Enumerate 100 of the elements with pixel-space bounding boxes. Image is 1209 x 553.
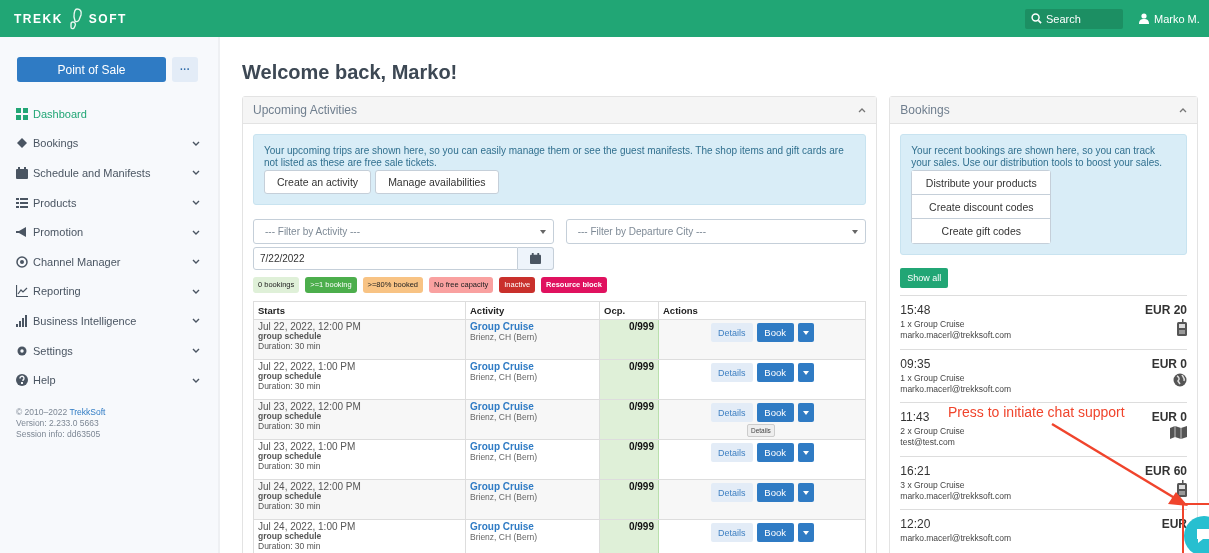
caret-icon: [802, 370, 809, 375]
dropdown-button[interactable]: [797, 403, 814, 422]
sidebar-item[interactable]: Settings: [16, 335, 206, 366]
sidebar-item[interactable]: Dashboard: [16, 99, 206, 129]
schedule-name: group schedule: [258, 412, 323, 421]
user-icon: [1139, 13, 1149, 24]
action-button[interactable]: Manage availabilities: [375, 170, 499, 194]
booking-time: 12:20: [900, 517, 931, 531]
mobile-phone-icon: [1177, 479, 1187, 497]
book-button[interactable]: Book: [756, 523, 794, 542]
activity-link[interactable]: Group Cruise: [470, 362, 595, 372]
chevron-down-icon: [192, 200, 200, 206]
dropdown-button[interactable]: [797, 443, 814, 462]
logo-text: TREKK: [14, 11, 63, 26]
caret-icon: [802, 490, 809, 495]
sidebar-item[interactable]: Channel Manager: [16, 246, 206, 277]
column-header: Actions: [658, 301, 866, 320]
company-link[interactable]: TrekkSoft: [69, 406, 106, 417]
details-button[interactable]: Details: [710, 323, 753, 342]
version-text: Version: 2.233.0 5663: [16, 417, 100, 429]
location-text: Brienz, CH (Bern): [470, 492, 539, 502]
shoe-print-icon: [68, 7, 83, 30]
details-button[interactable]: Details: [710, 483, 753, 502]
booking-product: 1 x Group Cruise: [900, 372, 966, 384]
activity-link[interactable]: Group Cruise: [470, 482, 595, 492]
bar-chart-icon: [16, 314, 28, 327]
city-filter[interactable]: --- Filter by Departure City ---: [565, 219, 867, 244]
activity-filter[interactable]: --- Filter by Activity ---: [253, 219, 554, 244]
collapse-icon[interactable]: [858, 107, 867, 113]
occupancy-cell: 0/999: [599, 319, 659, 360]
activity-link[interactable]: Group Cruise: [470, 402, 595, 412]
booking-amount: EUR 0: [1151, 410, 1187, 424]
copyright-text: © 2010–2022: [16, 406, 68, 417]
sidebar-item[interactable]: Business Intelligence: [16, 306, 206, 336]
occupancy-cell: 0/999: [599, 519, 659, 553]
calendar-button[interactable]: [517, 247, 554, 270]
date-field[interactable]: 7/22/2022: [253, 247, 518, 270]
booking-product: 3 x Group Cruise: [900, 479, 966, 491]
chevron-down-icon: [192, 229, 200, 235]
more-button[interactable]: ···: [172, 57, 198, 82]
occupancy-cell: 0/999: [599, 479, 659, 520]
chevron-down-icon: [192, 318, 200, 324]
sidebar-item[interactable]: Bookings: [16, 128, 206, 159]
book-button[interactable]: Book: [756, 363, 794, 382]
map-icon: [1170, 426, 1187, 439]
chevron-down-icon: [192, 288, 200, 294]
details-button[interactable]: Details: [710, 403, 753, 422]
booking-amount: EUR 0: [1151, 356, 1187, 371]
dropdown-button[interactable]: [797, 363, 814, 382]
book-button[interactable]: Book: [756, 483, 794, 502]
book-button[interactable]: Book: [756, 403, 794, 422]
activity-link[interactable]: Group Cruise: [470, 522, 595, 532]
booking-amount: EUR 20: [1144, 303, 1187, 317]
search-field[interactable]: Search: [1025, 8, 1123, 29]
booking-time: 11:43: [900, 410, 930, 424]
booking-email: marko.macerl@trekksoft.com: [900, 490, 1011, 502]
dropdown-button[interactable]: [797, 483, 814, 502]
booking-time: 15:48: [900, 303, 931, 317]
info-text: Your recent bookings are shown here, so you can track your sales. Use our distribution tools to boost your sales.: [911, 145, 1163, 169]
book-button[interactable]: Book: [756, 323, 794, 342]
calendar-icon: [16, 167, 28, 179]
booking-email: test@test.com: [900, 437, 956, 448]
duration-text: Duration: 30 min: [258, 381, 322, 391]
calendar-icon: [529, 253, 541, 264]
duration-text: Duration: 30 min: [258, 501, 322, 511]
sidebar-item[interactable]: Schedule and Manifests: [16, 158, 206, 188]
help-icon: [16, 374, 28, 387]
action-button[interactable]: Create an activity: [264, 170, 372, 194]
start-time: Jul 24, 2022, 12:00 PM: [258, 482, 362, 492]
user-menu[interactable]: Marko M.: [1139, 12, 1209, 25]
booking-email: marko.macerl@trekksoft.com: [900, 533, 1011, 544]
sidebar-item[interactable]: Help: [16, 365, 206, 395]
book-button[interactable]: Book: [756, 443, 794, 462]
occupancy-cell: 0/999: [599, 439, 659, 480]
details-button[interactable]: Details: [710, 443, 753, 462]
sidebar-item[interactable]: Promotion: [16, 217, 206, 247]
schedule-name: group schedule: [258, 492, 323, 501]
details-button[interactable]: Details: [710, 523, 753, 542]
mobile-phone-icon: [1177, 319, 1187, 336]
duration-text: Duration: 30 min: [258, 541, 322, 551]
caret-icon: [802, 450, 809, 455]
sidebar-item[interactable]: Products: [16, 187, 206, 218]
column-header: Activity: [465, 301, 600, 320]
activity-link[interactable]: Group Cruise: [470, 442, 595, 452]
dropdown-button[interactable]: [797, 523, 814, 542]
location-text: Brienz, CH (Bern): [470, 372, 539, 382]
point-of-sale-button[interactable]: Point of Sale: [17, 57, 166, 82]
sidebar-item[interactable]: Reporting: [16, 276, 206, 307]
occupancy-cell: 0/999: [599, 359, 659, 400]
activity-link[interactable]: Group Cruise: [470, 322, 595, 332]
grid-icon: [16, 107, 28, 120]
settings-icon: [16, 344, 28, 357]
schedule-name: group schedule: [258, 332, 323, 341]
details-button[interactable]: Details: [710, 363, 753, 382]
action-button[interactable]: Distribute your products: [912, 171, 1051, 195]
caret-icon: [802, 530, 809, 535]
search-icon: [1031, 12, 1042, 24]
dropdown-button[interactable]: [797, 323, 814, 342]
collapse-icon[interactable]: [1179, 107, 1187, 113]
show-all-button[interactable]: Show all: [900, 268, 949, 288]
